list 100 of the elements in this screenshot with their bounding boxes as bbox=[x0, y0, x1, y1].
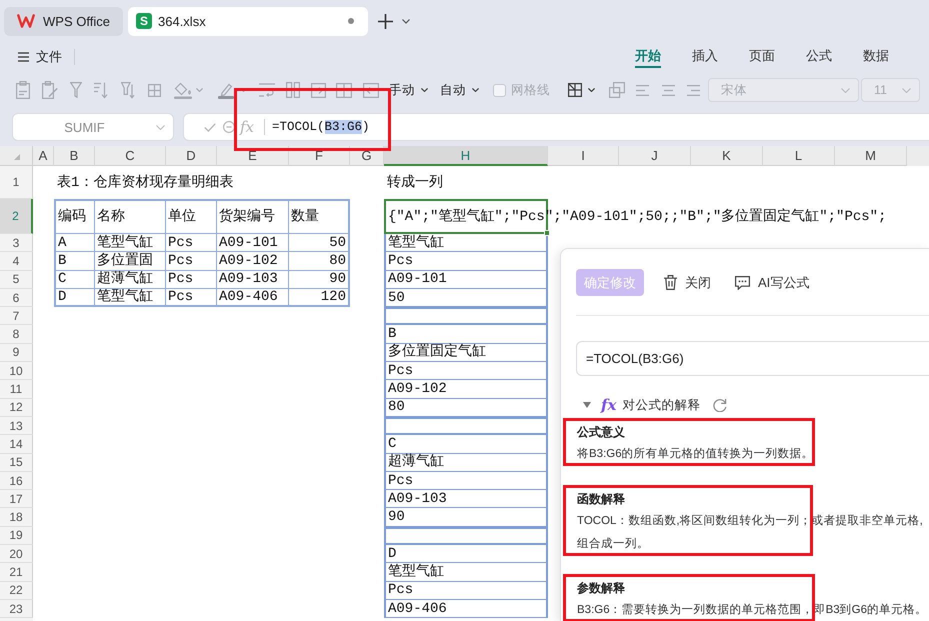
row-header[interactable]: 5 bbox=[0, 270, 33, 289]
table-cell: 50 bbox=[289, 234, 350, 252]
table-cell: 120 bbox=[289, 288, 350, 308]
ribbon-tab[interactable]: 开始 bbox=[635, 48, 661, 68]
column-header[interactable]: K bbox=[691, 146, 763, 166]
table-cell: A09-102 bbox=[384, 380, 548, 399]
column-header[interactable]: H bbox=[384, 146, 548, 166]
row-header[interactable]: 10 bbox=[0, 362, 33, 380]
row-header[interactable]: 21 bbox=[0, 563, 33, 582]
chevron-down-icon[interactable] bbox=[402, 18, 410, 24]
ribbon-tab[interactable]: 公式 bbox=[806, 48, 832, 68]
table-cell: 笔型气缸 bbox=[95, 288, 166, 308]
table-cell: A09-103 bbox=[384, 490, 548, 508]
table-cell: B bbox=[384, 325, 548, 344]
plus-icon[interactable] bbox=[378, 14, 393, 28]
close-button[interactable]: 关闭 bbox=[664, 274, 711, 292]
table-cell: A09-101 bbox=[384, 270, 548, 289]
chevron-down-icon bbox=[156, 124, 165, 130]
align-center-icon bbox=[662, 84, 675, 96]
table-cell: 90 bbox=[289, 270, 350, 289]
table-cell: 超薄气缸 bbox=[95, 270, 166, 289]
chevron-down-icon bbox=[841, 88, 850, 92]
column-header[interactable]: F bbox=[289, 146, 350, 166]
row-header[interactable]: 17 bbox=[0, 490, 33, 508]
column-header[interactable]: E bbox=[217, 146, 289, 166]
column-header[interactable]: A bbox=[33, 146, 54, 166]
row-header[interactable]: 3 bbox=[0, 234, 33, 252]
column-header[interactable]: C bbox=[95, 146, 166, 166]
chevron-down-icon bbox=[902, 88, 911, 92]
refresh-icon[interactable] bbox=[713, 398, 728, 412]
table-cell: Pcs bbox=[384, 362, 548, 380]
column-header[interactable]: J bbox=[619, 146, 691, 166]
row-header[interactable]: 23 bbox=[0, 600, 33, 618]
row-header[interactable]: 4 bbox=[0, 252, 33, 271]
row-header[interactable]: 19 bbox=[0, 526, 33, 546]
column-header[interactable]: I bbox=[548, 146, 619, 166]
ribbon-tab[interactable]: 页面 bbox=[749, 48, 775, 68]
table-cell: Pcs bbox=[384, 472, 548, 490]
row-header[interactable]: 8 bbox=[0, 325, 33, 344]
clipboard-brush-icon bbox=[42, 81, 58, 99]
table-cell: C bbox=[384, 435, 548, 454]
align-right-icon bbox=[687, 84, 700, 96]
row-header[interactable]: 20 bbox=[0, 545, 33, 564]
column-header[interactable]: M bbox=[835, 146, 907, 166]
row-header[interactable]: 16 bbox=[0, 472, 33, 490]
formula-input[interactable]: =TOCOL(B3:G6) bbox=[272, 114, 929, 140]
section-title: 参数解释 bbox=[577, 580, 625, 597]
table-cell: 90 bbox=[384, 508, 548, 527]
row-header[interactable]: 6 bbox=[0, 288, 33, 308]
column-header[interactable]: D bbox=[166, 146, 217, 166]
document-tab[interactable]: S 364.xlsx bbox=[128, 6, 368, 36]
merge-icon bbox=[609, 82, 625, 98]
row-header[interactable]: 13 bbox=[0, 416, 33, 436]
caret-icon bbox=[240, 88, 247, 92]
fill-handle[interactable] bbox=[544, 230, 550, 236]
table-cell: 编码 bbox=[54, 199, 95, 234]
table-cell: 多位置固 bbox=[95, 252, 166, 271]
caret-icon bbox=[472, 88, 479, 92]
row-header[interactable]: 7 bbox=[0, 307, 33, 326]
dropdown-button[interactable]: 手动 bbox=[389, 82, 428, 98]
trash-icon bbox=[664, 275, 677, 290]
minus-circle-icon[interactable] bbox=[223, 121, 235, 133]
row-header[interactable]: 11 bbox=[0, 380, 33, 399]
table-cell: A bbox=[54, 234, 95, 252]
dropdown-button[interactable]: 自动 bbox=[440, 82, 479, 98]
table-cell: Pcs bbox=[166, 234, 217, 252]
column-header[interactable]: L bbox=[763, 146, 835, 166]
home-tab[interactable]: WPS Office bbox=[4, 6, 123, 36]
row-header[interactable]: 14 bbox=[0, 435, 33, 454]
section-text: 将B3:G6的所有单元格的值转换为一列数据。 bbox=[577, 446, 814, 462]
row-header[interactable]: 18 bbox=[0, 508, 33, 527]
row-header[interactable]: 2 bbox=[0, 199, 33, 234]
ribbon-tab[interactable]: 插入 bbox=[692, 48, 718, 68]
logo-icon bbox=[17, 14, 35, 28]
table-cell: 笔型气缸 bbox=[384, 563, 548, 582]
sort-filter-icon bbox=[121, 82, 135, 98]
row-header[interactable]: 22 bbox=[0, 582, 33, 600]
table-icon bbox=[148, 84, 161, 96]
wrap-text-icon bbox=[259, 83, 275, 97]
row-header[interactable]: 15 bbox=[0, 454, 33, 472]
table-cell: Pcs bbox=[384, 582, 548, 600]
file-menu-button[interactable]: 文件 bbox=[18, 48, 62, 66]
caret-icon[interactable] bbox=[583, 402, 591, 408]
checkbox-label: 网格线 bbox=[511, 82, 550, 98]
table-cell: 货架编号 bbox=[217, 199, 289, 234]
caret-icon bbox=[421, 88, 428, 92]
ribbon-tab[interactable]: 数据 bbox=[863, 48, 889, 68]
column-header[interactable]: B bbox=[54, 146, 95, 166]
ai-formula-button[interactable]: AI写公式 bbox=[735, 274, 810, 292]
filter-icon bbox=[70, 82, 82, 98]
row-header[interactable]: 12 bbox=[0, 398, 33, 417]
pen-color-icon bbox=[218, 82, 234, 98]
check-icon[interactable] bbox=[204, 122, 216, 132]
table-cell: C bbox=[54, 270, 95, 289]
columns-icon bbox=[286, 82, 300, 98]
table-cell: Pcs bbox=[384, 252, 548, 271]
row-header[interactable]: 9 bbox=[0, 344, 33, 362]
table-cell: 超薄气缸 bbox=[384, 454, 548, 472]
section-title: 公式意义 bbox=[577, 424, 625, 441]
formula-field[interactable]: =TOCOL(B3:G6) bbox=[576, 341, 929, 376]
